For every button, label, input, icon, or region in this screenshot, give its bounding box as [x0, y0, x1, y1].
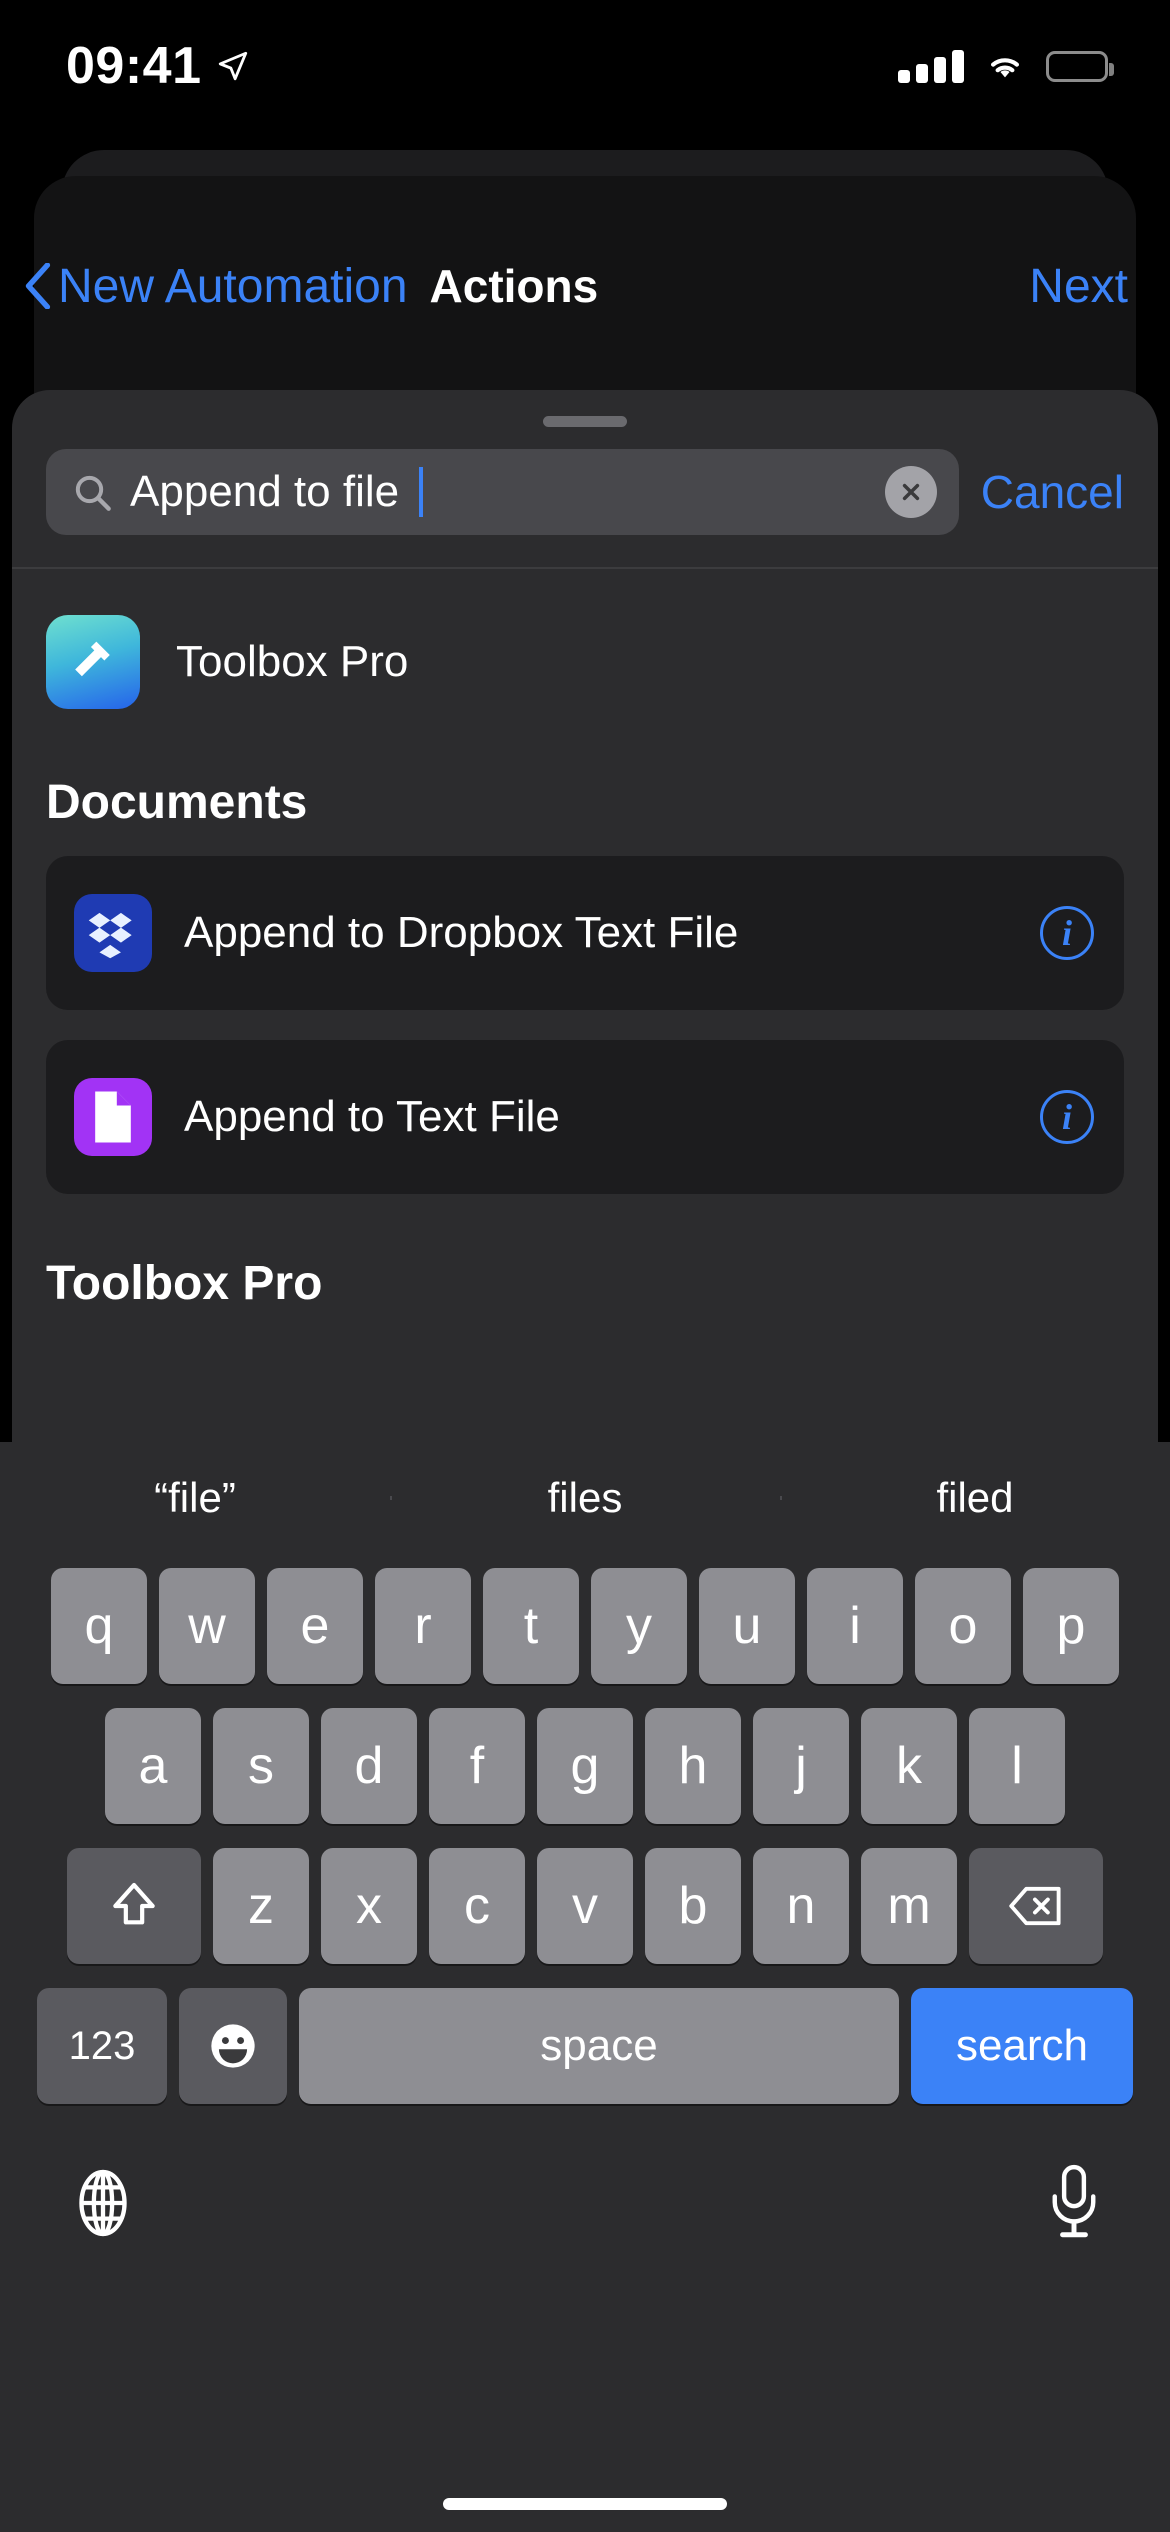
results-list: Toolbox Pro Documents Append to Dropbox … [12, 569, 1158, 1337]
key-k[interactable]: k [861, 1708, 957, 1824]
chevron-left-icon [25, 263, 51, 309]
action-row-append-to-dropbox-text-file[interactable]: Append to Dropbox Text File i [46, 856, 1124, 1010]
keyboard-bottom-bar [0, 2128, 1170, 2278]
prediction-1[interactable]: files [390, 1474, 780, 1522]
shift-arrow-icon [113, 1882, 155, 1925]
key-t[interactable]: t [483, 1568, 579, 1684]
key-v[interactable]: v [537, 1848, 633, 1964]
key-r[interactable]: r [375, 1568, 471, 1684]
emoji-key[interactable] [179, 1988, 287, 2104]
key-z[interactable]: z [213, 1848, 309, 1964]
keyboard-rows: q w e r t y u i o p a s d f g h j k l z … [0, 1554, 1170, 2104]
section-header-documents: Documents [46, 776, 308, 829]
action-row-label: Append to Dropbox Text File [184, 908, 739, 957]
key-e[interactable]: e [267, 1568, 363, 1684]
text-cursor [419, 467, 424, 517]
action-row-append-to-text-file[interactable]: Append to Text File i [46, 1040, 1124, 1194]
numbers-key[interactable]: 123 [37, 1988, 167, 2104]
prediction-2[interactable]: filed [780, 1474, 1170, 1522]
key-n[interactable]: n [753, 1848, 849, 1964]
key-w[interactable]: w [159, 1568, 255, 1684]
key-p[interactable]: p [1023, 1568, 1119, 1684]
keyboard-row-1: q w e r t y u i o p [0, 1568, 1170, 1684]
space-key[interactable]: space [299, 1988, 899, 2104]
next-button[interactable]: Next [1029, 259, 1128, 314]
back-button-label: New Automation [58, 259, 408, 313]
info-circle-icon[interactable]: i [1040, 906, 1094, 960]
search-input[interactable]: Append to file [46, 449, 959, 535]
status-bar-left: 09:41 [66, 36, 250, 96]
close-icon [902, 483, 919, 501]
shift-key[interactable] [67, 1848, 201, 1964]
backspace-icon [1009, 1886, 1061, 1926]
key-l[interactable]: l [969, 1708, 1065, 1824]
key-d[interactable]: d [321, 1708, 417, 1824]
battery-full-icon [1046, 50, 1114, 82]
microphone-icon[interactable] [1048, 2162, 1100, 2244]
wifi-icon [991, 58, 1019, 78]
backspace-key[interactable] [969, 1848, 1103, 1964]
cellular-signal-icon [898, 49, 964, 83]
emoji-smiley-icon [211, 2024, 255, 2068]
key-y[interactable]: y [591, 1568, 687, 1684]
key-c[interactable]: c [429, 1848, 525, 1964]
hammer-icon [75, 641, 110, 677]
key-j[interactable]: j [753, 1708, 849, 1824]
key-m[interactable]: m [861, 1848, 957, 1964]
key-i[interactable]: i [807, 1568, 903, 1684]
key-q[interactable]: q [51, 1568, 147, 1684]
search-icon [75, 475, 111, 511]
cancel-button[interactable]: Cancel [981, 465, 1124, 519]
search-input-value: Append to file [130, 467, 400, 516]
text-file-icon [74, 1078, 152, 1156]
action-row-label: Append to Text File [184, 1092, 560, 1141]
key-u[interactable]: u [699, 1568, 795, 1684]
search-key[interactable]: search [911, 1988, 1133, 2104]
prediction-0[interactable]: “file” [0, 1474, 390, 1522]
dropbox-icon [74, 894, 152, 972]
sheet-grabber-handle[interactable] [543, 416, 627, 427]
toolbox-pro-app-icon [46, 615, 140, 709]
navigation-bar: New Automation Actions Next [0, 176, 1170, 396]
on-screen-keyboard: “file” files filed q w e r t y u i o p a… [0, 1442, 1170, 2532]
status-bar-right [898, 49, 1114, 83]
key-a[interactable]: a [105, 1708, 201, 1824]
status-bar: 09:41 [0, 0, 1170, 132]
search-sheet: Append to file Cancel Toolbox Pro Docume… [12, 390, 1158, 1520]
globe-icon[interactable] [70, 2168, 136, 2238]
app-suggestion-row[interactable]: Toolbox Pro [46, 569, 1124, 743]
home-indicator[interactable] [443, 2498, 727, 2510]
key-h[interactable]: h [645, 1708, 741, 1824]
section-header-toolbox-pro: Toolbox Pro [46, 1257, 323, 1310]
key-x[interactable]: x [321, 1848, 417, 1964]
key-g[interactable]: g [537, 1708, 633, 1824]
key-f[interactable]: f [429, 1708, 525, 1824]
status-bar-clock: 09:41 [66, 37, 202, 95]
search-bar: Append to file Cancel [12, 427, 1158, 535]
key-o[interactable]: o [915, 1568, 1011, 1684]
back-button[interactable]: New Automation [24, 259, 408, 314]
predictive-text-bar: “file” files filed [0, 1442, 1170, 1554]
keyboard-row-2: a s d f g h j k l [0, 1708, 1170, 1824]
location-arrow-icon [218, 51, 247, 81]
clear-search-button[interactable] [884, 466, 937, 518]
app-suggestion-label: Toolbox Pro [176, 637, 409, 686]
page-title: Actions [429, 260, 599, 312]
iphone-screen: 09:41 New Automation Actions Next Append… [0, 0, 1170, 2532]
key-b[interactable]: b [645, 1848, 741, 1964]
document-glyph-icon [95, 1091, 131, 1143]
key-s[interactable]: s [213, 1708, 309, 1824]
keyboard-row-3: z x c v b n m [0, 1848, 1170, 1964]
keyboard-row-4: 123 space search [0, 1988, 1170, 2104]
dropbox-glyph-icon [88, 912, 132, 959]
info-circle-icon[interactable]: i [1040, 1090, 1094, 1144]
